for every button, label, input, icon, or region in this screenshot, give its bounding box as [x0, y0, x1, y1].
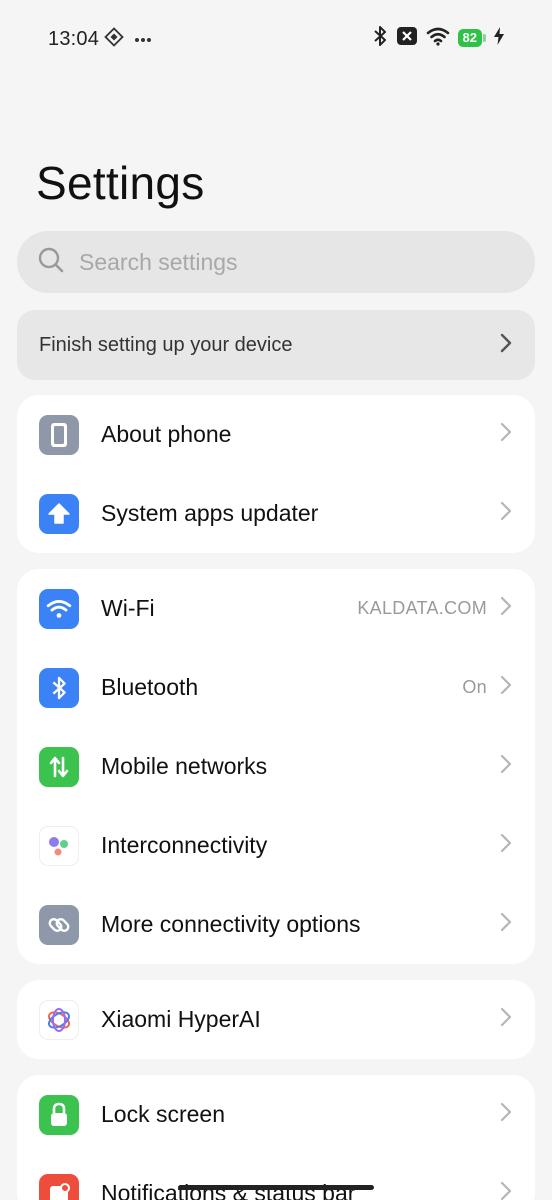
settings-group-device: About phone System apps updater [17, 395, 535, 553]
settings-item-about-phone[interactable]: About phone [17, 395, 535, 474]
settings-group-ai: Xiaomi HyperAI [17, 980, 535, 1059]
chevron-right-icon [499, 911, 513, 938]
search-icon [37, 246, 65, 279]
finish-setup-card[interactable]: Finish setting up your device [17, 310, 535, 380]
link-icon [39, 904, 79, 945]
finish-setup-label: Finish setting up your device [39, 333, 293, 356]
interconnectivity-dots-icon [39, 825, 79, 866]
more-dots-icon [134, 30, 152, 48]
bluetooth-status: On [462, 677, 487, 697]
status-bar: 13:04 82 [0, 0, 552, 78]
settings-item-bluetooth[interactable]: Bluetooth On [17, 648, 535, 727]
settings-item-wifi[interactable]: Wi-Fi KALDATA.COM [17, 569, 535, 648]
settings-item-xiaomi-hyperai[interactable]: Xiaomi HyperAI [17, 980, 535, 1059]
chevron-right-icon [499, 753, 513, 780]
chevron-right-icon [499, 500, 513, 527]
bluetooth-icon [39, 667, 79, 708]
chevron-right-icon [499, 595, 513, 622]
chevron-right-icon [499, 332, 513, 359]
upload-arrow-icon [39, 493, 79, 534]
search-placeholder: Search settings [79, 248, 238, 275]
chevron-right-icon [499, 1180, 513, 1200]
chevron-right-icon [499, 1101, 513, 1128]
phone-icon [39, 414, 79, 455]
settings-item-system-apps-updater[interactable]: System apps updater [17, 474, 535, 553]
chevron-right-icon [499, 421, 513, 448]
charging-bolt-icon [494, 26, 504, 50]
sim-x-icon [396, 26, 418, 51]
settings-item-more-connectivity[interactable]: More connectivity options [17, 885, 535, 964]
settings-group-personalization: Lock screen Notifications & status bar [17, 1075, 535, 1200]
settings-item-mobile-networks[interactable]: Mobile networks [17, 727, 535, 806]
chevron-right-icon [499, 674, 513, 701]
hyperai-swirl-icon [39, 999, 79, 1040]
wifi-icon [426, 26, 450, 51]
chevron-right-icon [499, 1006, 513, 1033]
status-time: 13:04 [48, 28, 100, 50]
search-input[interactable]: Search settings [17, 231, 535, 293]
wifi-icon [39, 588, 79, 629]
home-indicator[interactable] [178, 1185, 374, 1190]
page-title: Settings [36, 157, 205, 209]
settings-item-interconnectivity[interactable]: Interconnectivity [17, 806, 535, 885]
bluetooth-icon [372, 25, 388, 52]
settings-item-lock-screen[interactable]: Lock screen [17, 1075, 535, 1154]
settings-item-notifications[interactable]: Notifications & status bar [17, 1154, 535, 1200]
settings-group-connectivity: Wi-Fi KALDATA.COM Bluetooth On Mobile ne… [17, 569, 535, 964]
mobile-data-arrows-icon [39, 746, 79, 787]
battery-icon: 82 [457, 29, 482, 47]
chevron-right-icon [499, 832, 513, 859]
lock-icon [39, 1094, 79, 1135]
notification-icon [39, 1173, 79, 1200]
diamond-grid-icon [104, 26, 124, 52]
wifi-network-name: KALDATA.COM [357, 598, 487, 618]
